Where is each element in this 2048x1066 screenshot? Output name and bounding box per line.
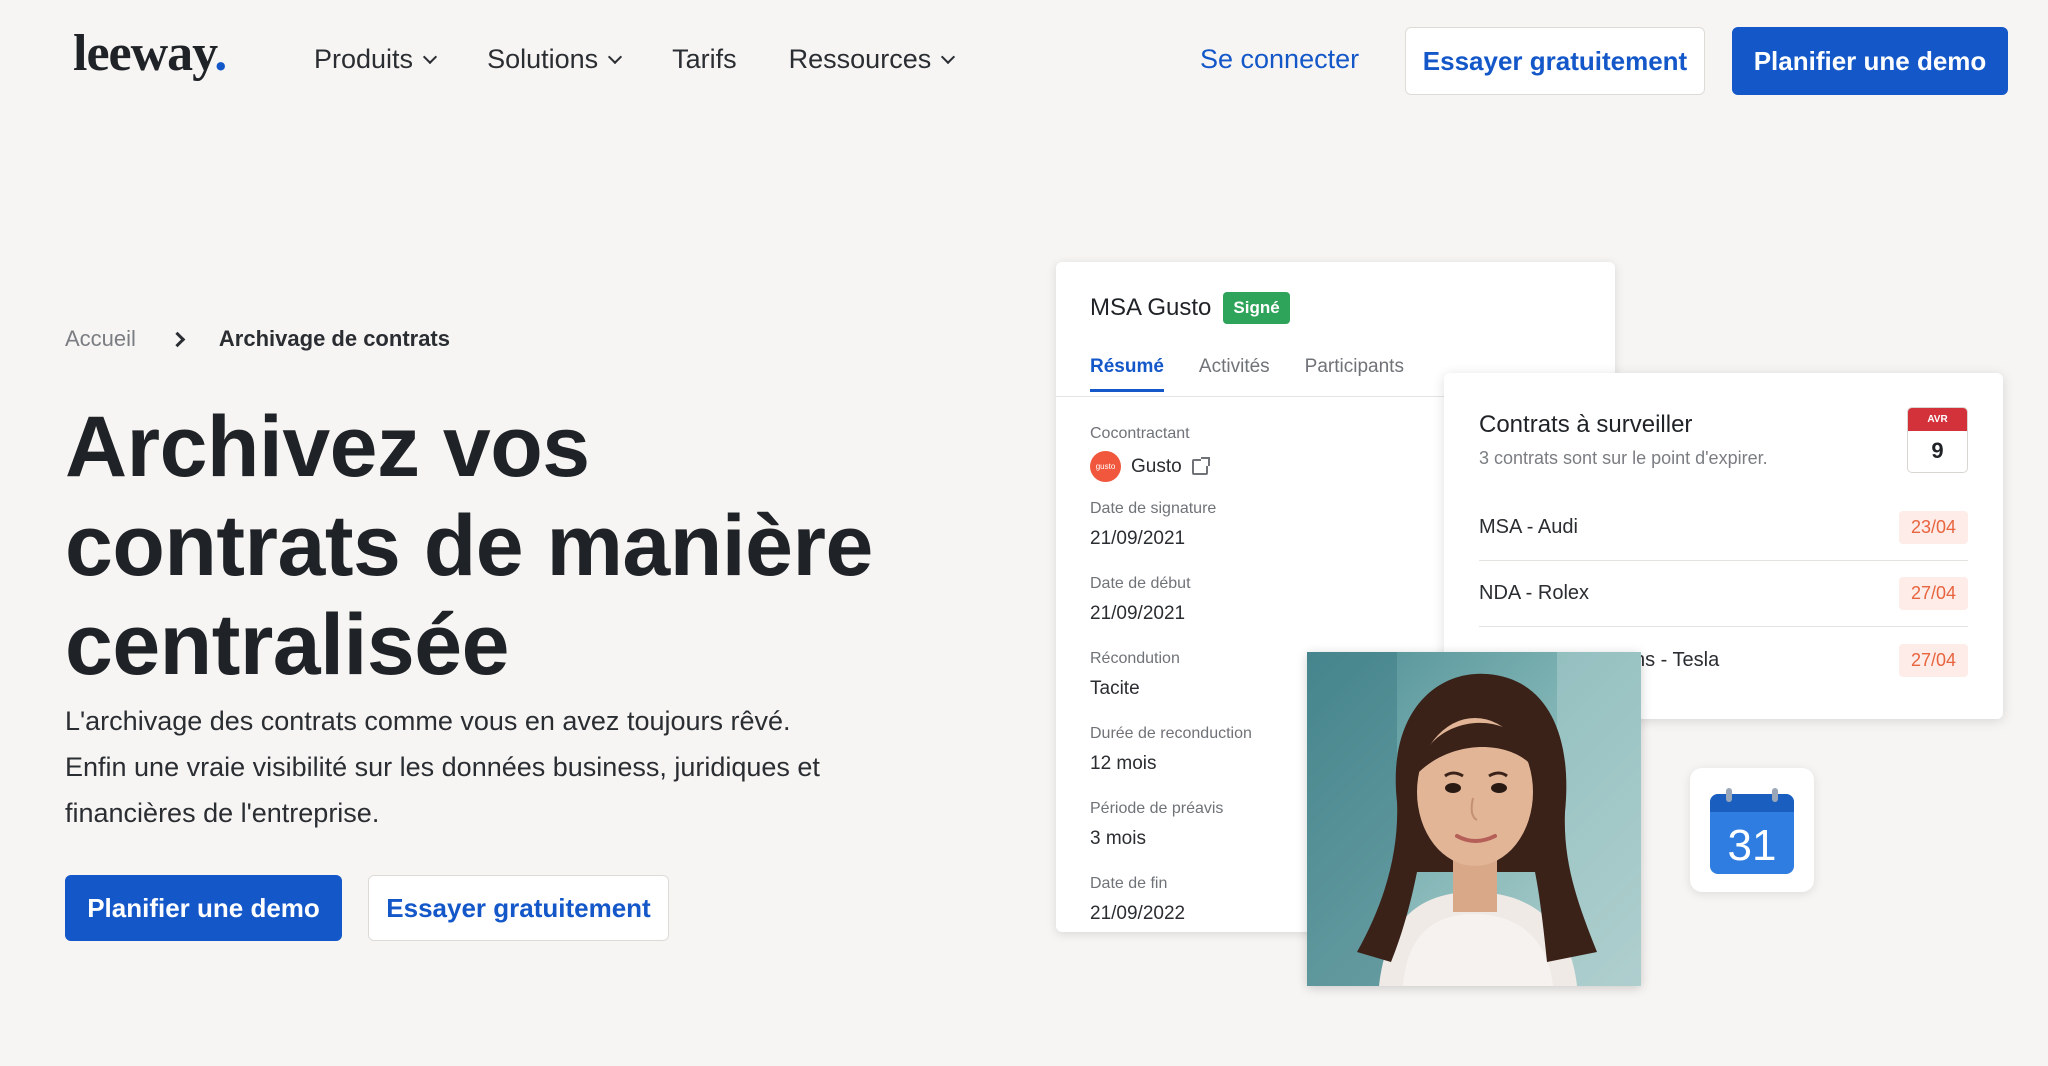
field-date-fin: Date de fin 21/09/2022	[1090, 875, 1186, 924]
google-calendar-icon: 31	[1690, 768, 1814, 892]
field-date-signature: Date de signature 21/09/2021	[1090, 500, 1217, 549]
chevron-down-icon	[608, 49, 623, 64]
list-item[interactable]: NDA - Rolex 27/04	[1479, 561, 1968, 627]
nav-ressources[interactable]: Ressources	[789, 44, 956, 75]
watch-subtitle: 3 contrats sont sur le point d'expirer.	[1479, 448, 1768, 468]
external-link-icon[interactable]	[1191, 456, 1210, 475]
breadcrumb-home[interactable]: Accueil	[65, 326, 136, 352]
chevron-down-icon	[941, 49, 956, 64]
calendar-icon: AVR 9	[1907, 407, 1968, 473]
header-plan-demo-button[interactable]: Planifier une demo	[1732, 27, 2008, 95]
portrait-photo	[1307, 652, 1641, 986]
nav-solutions[interactable]: Solutions	[487, 44, 623, 75]
header-try-free-button[interactable]: Essayer gratuitement	[1405, 27, 1705, 95]
breadcrumb-current: Archivage de contrats	[218, 326, 450, 351]
tab-resume[interactable]: Résumé	[1090, 356, 1164, 392]
status-badge: Signé	[1223, 292, 1290, 324]
hero-subtitle: L'archivage des contrats comme vous en a…	[65, 706, 820, 828]
main-nav: Produits Solutions Tarifs Ressources	[314, 44, 956, 75]
plan-demo-button[interactable]: Planifier une demo	[65, 875, 342, 941]
date-badge: 27/04	[1898, 577, 1968, 610]
try-free-button[interactable]: Essayer gratuitement	[368, 875, 669, 941]
contract-tabs: Résumé Activités Participants	[1090, 356, 1404, 392]
hero-title: Archivez vos contrats de manière central…	[65, 399, 873, 693]
woman-portrait-illustration	[1307, 652, 1641, 986]
chevron-down-icon	[422, 49, 438, 64]
nav-produits[interactable]: Produits	[314, 44, 438, 75]
contract-title: MSA Gusto Signé	[1090, 292, 1290, 324]
date-badge: 27/04	[1898, 643, 1968, 677]
field-date-debut: Date de début 21/09/2021	[1090, 575, 1191, 624]
list-item[interactable]: MSA - Audi 23/04	[1479, 495, 1968, 561]
site-header: leeway. Produits Solutions Tarifs Ressou…	[0, 0, 2048, 122]
breadcrumb: Accueil Archivage de contrats	[65, 326, 450, 352]
login-link[interactable]: Se connecter	[1200, 44, 1359, 75]
chevron-right-icon	[169, 331, 186, 347]
leeway-logo[interactable]: leeway.	[73, 24, 227, 83]
field-cocontractant: Cocontractant gusto Gusto	[1090, 425, 1210, 482]
nav-tarifs[interactable]: Tarifs	[672, 44, 737, 75]
gusto-logo: gusto	[1090, 451, 1121, 482]
date-badge: 23/04	[1898, 511, 1968, 544]
field-reconduction: Récondution Tacite	[1090, 650, 1180, 699]
tab-activites[interactable]: Activités	[1199, 356, 1270, 378]
tab-participants[interactable]: Participants	[1305, 356, 1404, 378]
field-periode-preavis: Période de préavis 3 mois	[1090, 800, 1224, 849]
field-duree-reconduction: Durée de reconduction 12 mois	[1090, 725, 1252, 774]
gcal-day: 31	[1728, 821, 1777, 870]
watch-title: Contrats à surveiller	[1479, 411, 1693, 438]
